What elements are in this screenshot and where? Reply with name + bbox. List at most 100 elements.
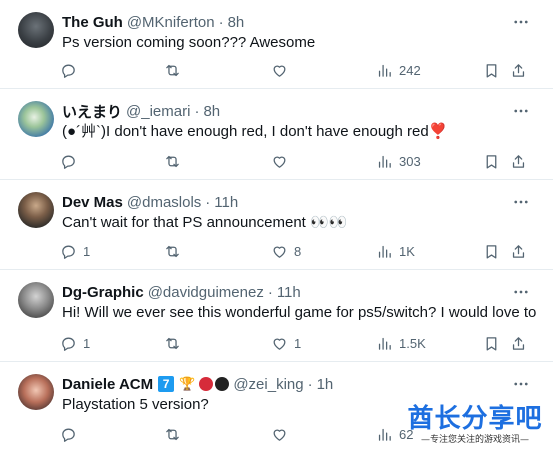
retweet-button[interactable] bbox=[164, 424, 187, 444]
share-button[interactable] bbox=[510, 241, 527, 261]
user-handle[interactable]: @_iemari bbox=[126, 103, 190, 120]
like-button[interactable] bbox=[271, 151, 294, 171]
retweet-button[interactable] bbox=[164, 241, 187, 261]
bookmark-button[interactable] bbox=[483, 60, 500, 80]
like-button[interactable]: 1 bbox=[271, 333, 301, 353]
more-options-icon[interactable] bbox=[511, 282, 531, 302]
share-icon bbox=[512, 244, 525, 258]
reply-icon bbox=[62, 64, 75, 78]
tweet[interactable]: Dg-Graphic @davidguimenez · 11h Hi! Will… bbox=[0, 270, 553, 362]
heart-icon bbox=[273, 338, 286, 350]
share-button[interactable] bbox=[510, 60, 527, 80]
display-name[interactable]: Dev Mas bbox=[62, 194, 123, 211]
like-button[interactable] bbox=[271, 60, 294, 80]
timestamp[interactable]: 11h bbox=[277, 284, 301, 301]
display-name[interactable]: いえまり bbox=[62, 101, 122, 122]
retweet-button[interactable] bbox=[164, 60, 187, 80]
separator: · bbox=[194, 102, 200, 120]
site-watermark: 酋长分享吧 —专注您关注的游戏资讯— bbox=[401, 404, 549, 448]
retweet-button[interactable] bbox=[164, 333, 187, 353]
heart-icon bbox=[273, 429, 286, 441]
tweet[interactable]: Dev Mas @dmaslols · 11h Can't wait for t… bbox=[0, 180, 553, 270]
avatar[interactable] bbox=[18, 192, 54, 228]
display-name[interactable]: Dg-Graphic bbox=[62, 284, 144, 301]
bookmark-icon bbox=[486, 154, 497, 169]
bookmark-icon bbox=[486, 336, 497, 351]
timestamp[interactable]: 11h bbox=[214, 194, 238, 211]
bookmark-button[interactable] bbox=[483, 151, 500, 171]
reply-button[interactable]: 1 bbox=[60, 241, 90, 261]
bookmark-button[interactable] bbox=[483, 241, 500, 261]
display-name[interactable]: Daniele ACM bbox=[62, 376, 153, 393]
bookmark-button[interactable] bbox=[483, 333, 500, 353]
user-handle[interactable]: @dmaslols bbox=[127, 194, 201, 211]
retweet-icon bbox=[166, 64, 179, 76]
views-chart-icon bbox=[378, 428, 391, 441]
views-chart-icon bbox=[378, 245, 391, 258]
separator: · bbox=[267, 283, 273, 301]
share-icon bbox=[512, 63, 525, 77]
more-options-icon[interactable] bbox=[511, 192, 531, 212]
retweet-icon bbox=[166, 337, 179, 349]
bookmark-icon bbox=[486, 63, 497, 78]
share-button[interactable] bbox=[510, 333, 527, 353]
like-button[interactable]: 8 bbox=[271, 241, 301, 261]
views-chart-icon bbox=[378, 155, 391, 168]
display-name[interactable]: The Guh bbox=[62, 14, 123, 31]
share-button[interactable] bbox=[510, 151, 527, 171]
views-button[interactable]: 303 bbox=[376, 151, 421, 171]
share-icon bbox=[512, 154, 525, 168]
black-circle-icon bbox=[215, 377, 230, 391]
views-button[interactable]: 242 bbox=[376, 60, 421, 80]
separator: · bbox=[218, 13, 224, 31]
user-handle[interactable]: @davidguimenez bbox=[148, 284, 264, 301]
reply-button[interactable] bbox=[60, 424, 83, 444]
trophy-icon: 🏆 bbox=[179, 376, 196, 391]
tweet-text: (●´艸`)I don't have enough red, I don't h… bbox=[62, 123, 448, 140]
reply-button[interactable] bbox=[60, 151, 83, 171]
tweet[interactable]: The Guh @MKniferton · 8h Ps version comi… bbox=[0, 0, 553, 89]
timestamp[interactable]: 8h bbox=[228, 14, 245, 31]
tweet-text: Ps version coming soon??? Awesome bbox=[62, 34, 316, 51]
avatar[interactable] bbox=[18, 374, 54, 410]
user-handle[interactable]: @zei_king bbox=[233, 376, 303, 393]
reply-button[interactable]: 1 bbox=[60, 333, 90, 353]
reply-icon bbox=[62, 155, 75, 169]
more-options-icon[interactable] bbox=[511, 101, 531, 121]
reply-button[interactable] bbox=[60, 60, 83, 80]
timestamp[interactable]: 1h bbox=[317, 376, 334, 393]
like-count: 8 bbox=[294, 243, 302, 259]
reply-icon bbox=[62, 428, 75, 442]
reply-icon bbox=[62, 337, 75, 351]
tweet-header: Dev Mas @dmaslols · 11h bbox=[62, 192, 238, 212]
views-button[interactable]: 1.5K bbox=[376, 333, 426, 353]
views-button[interactable]: 1K bbox=[376, 241, 415, 261]
separator: · bbox=[205, 193, 211, 211]
more-options-icon[interactable] bbox=[511, 374, 531, 394]
like-button[interactable] bbox=[271, 424, 294, 444]
bookmark-icon bbox=[486, 244, 497, 259]
tweet-header: Dg-Graphic @davidguimenez · 11h bbox=[62, 282, 301, 302]
retweet-icon bbox=[166, 428, 179, 440]
avatar[interactable] bbox=[18, 282, 54, 318]
tweet-header: Daniele ACM 7 🏆 @zei_king · 1h bbox=[62, 374, 333, 394]
views-chart-icon bbox=[378, 64, 391, 77]
tweet-actions: 1 1 1.5K bbox=[60, 333, 529, 353]
tweet-actions: 242 bbox=[60, 60, 529, 80]
reply-count: 1 bbox=[83, 335, 91, 351]
tweet-text: Hi! Will we ever see this wonderful game… bbox=[62, 304, 537, 321]
tweet[interactable]: いえまり @_iemari · 8h (●´艸`)I don't have en… bbox=[0, 89, 553, 180]
watermark-subtitle: —专注您关注的游戏资讯— bbox=[420, 435, 529, 445]
timestamp[interactable]: 8h bbox=[203, 103, 220, 120]
avatar[interactable] bbox=[18, 12, 54, 48]
heart-icon bbox=[273, 156, 286, 168]
tweet-actions: 303 bbox=[60, 151, 529, 171]
retweet-button[interactable] bbox=[164, 151, 187, 171]
reply-count: 1 bbox=[83, 243, 91, 259]
avatar[interactable] bbox=[18, 101, 54, 137]
separator: · bbox=[307, 375, 313, 393]
user-handle[interactable]: @MKniferton bbox=[127, 14, 215, 31]
share-icon bbox=[512, 336, 525, 350]
more-options-icon[interactable] bbox=[511, 12, 531, 32]
tweet-header: The Guh @MKniferton · 8h bbox=[62, 12, 244, 32]
